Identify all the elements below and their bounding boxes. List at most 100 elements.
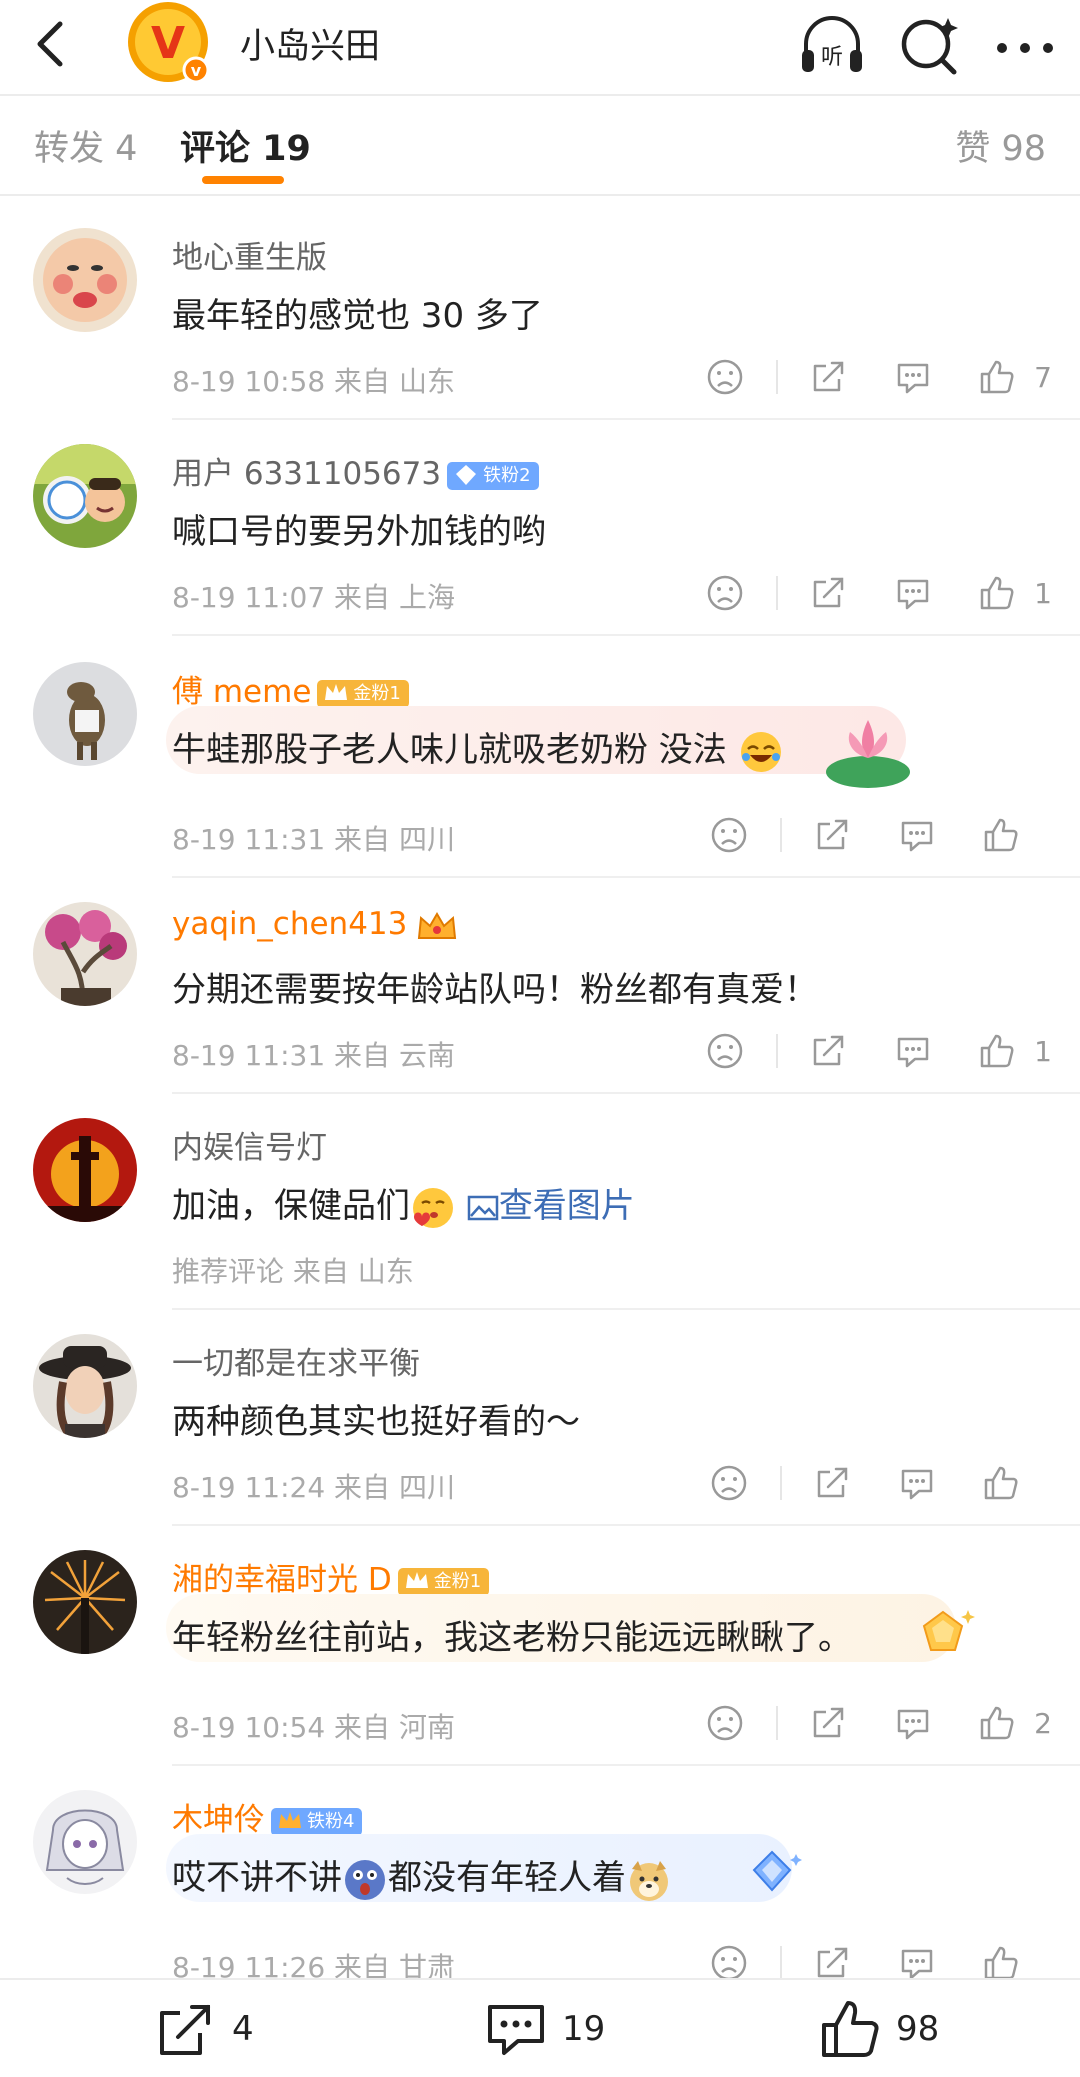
- comment-text: 牛蛙那股子老人味儿就吸老奶粉 没法: [172, 722, 784, 775]
- svg-text:v: v: [191, 61, 202, 80]
- share-button[interactable]: [804, 352, 854, 402]
- bottom-like-button[interactable]: 98: [818, 1994, 939, 2064]
- comment-text: 喊口号的要另外加钱的哟: [172, 512, 546, 552]
- comment-text: 最年轻的感觉也 30 多了: [172, 296, 543, 336]
- reply-button[interactable]: [888, 1698, 938, 1748]
- dislike-button[interactable]: [704, 810, 754, 860]
- share-icon: [813, 1707, 844, 1738]
- tab-repost[interactable]: 转发 4: [34, 120, 137, 171]
- share-button[interactable]: [804, 568, 854, 618]
- bottom-comment-button[interactable]: 19: [484, 1994, 605, 2064]
- share-button[interactable]: [804, 1698, 854, 1748]
- like-button[interactable]: [972, 352, 1022, 402]
- fan-badge: 铁粉2: [447, 461, 539, 490]
- bottom-action-bar: 4 19 98: [0, 1978, 1080, 2077]
- active-tab-indicator: [202, 176, 284, 184]
- avatar[interactable]: [33, 1790, 137, 1894]
- avatar-anime-sketch: [33, 1790, 137, 1894]
- separator: [776, 576, 779, 610]
- fan-badge: 铁粉4: [271, 1807, 363, 1836]
- crown-icon: [325, 683, 348, 700]
- share-button[interactable]: [808, 1458, 858, 1508]
- reply-button[interactable]: [888, 352, 938, 402]
- dislike-button[interactable]: [700, 568, 750, 618]
- comment-bubble-icon: [897, 1709, 929, 1740]
- crown-badge-icon: [418, 911, 457, 939]
- comment-author[interactable]: yaqin_chen413: [172, 906, 459, 944]
- thumbs-up-icon: [980, 576, 1014, 610]
- like-button[interactable]: [976, 810, 1026, 860]
- fan-badge: 金粉1: [397, 1567, 490, 1596]
- dislike-button[interactable]: [700, 1026, 750, 1076]
- shocked-emoji-icon: [345, 1859, 385, 1900]
- separator: [776, 360, 779, 394]
- avatar[interactable]: [33, 1550, 137, 1654]
- avatar[interactable]: [33, 228, 137, 332]
- back-button[interactable]: [24, 14, 84, 74]
- comment-author[interactable]: 一切都是在求平衡: [172, 1338, 420, 1383]
- chevron-left-icon: [37, 21, 63, 67]
- comment-count: 19: [562, 2009, 606, 2049]
- kiss-emoji-icon: [413, 1187, 453, 1228]
- blue-diamond-decoration-icon: [752, 1850, 802, 1892]
- avatar[interactable]: [33, 662, 137, 766]
- divider: [172, 634, 1080, 636]
- comment-bubble-icon: [897, 579, 929, 610]
- comment-author[interactable]: 湘的幸福时光 D 金粉1: [172, 1554, 490, 1599]
- share-icon: [817, 1947, 848, 1978]
- listen-label: 听: [821, 45, 843, 70]
- reply-button[interactable]: [892, 1458, 942, 1508]
- frown-face-icon: [707, 1033, 743, 1069]
- divider: [0, 194, 1080, 196]
- comment-meta: 8-19 11:24 来自 四川: [172, 1471, 455, 1504]
- reply-button[interactable]: [888, 568, 938, 618]
- comment-text: 分期还需要按年龄站队吗！粉丝都有真爱！: [172, 970, 818, 1010]
- like-button[interactable]: [976, 1458, 1026, 1508]
- tab-likes[interactable]: 赞 98: [955, 120, 1046, 171]
- thumbs-up-icon: [980, 1034, 1014, 1068]
- listen-button[interactable]: 听: [796, 10, 868, 82]
- dislike-button[interactable]: [700, 1698, 750, 1748]
- account-avatar[interactable]: V v: [124, 0, 216, 84]
- divider: [172, 876, 1080, 878]
- avatar[interactable]: [33, 444, 137, 548]
- view-image-link[interactable]: 查看图片: [467, 1186, 635, 1226]
- dislike-button[interactable]: [700, 352, 750, 402]
- thumbs-up-icon: [984, 818, 1018, 852]
- search-button[interactable]: [894, 10, 966, 82]
- reply-button[interactable]: [892, 810, 942, 860]
- share-button[interactable]: [808, 810, 858, 860]
- share-button[interactable]: [804, 1026, 854, 1076]
- comment-author[interactable]: 用户 6331105673 铁粉2: [172, 448, 539, 493]
- comment-actions: 1: [666, 568, 1052, 618]
- avatar[interactable]: [33, 902, 137, 1006]
- separator: [776, 1706, 779, 1740]
- tab-comment[interactable]: 评论 19: [180, 120, 311, 171]
- like-button[interactable]: [972, 1698, 1022, 1748]
- like-button[interactable]: [972, 568, 1022, 618]
- separator: [780, 1946, 782, 1980]
- dislike-button[interactable]: [704, 1458, 754, 1508]
- divider: [172, 1092, 1080, 1094]
- thumbs-up-icon: [984, 1466, 1018, 1500]
- avatar-red-sun-tower: [33, 1118, 137, 1222]
- comment-actions: [670, 1458, 1052, 1508]
- thumbs-up-icon: [984, 1946, 1018, 1980]
- comment-author[interactable]: 内娱信号灯: [172, 1122, 327, 1167]
- like-button[interactable]: [972, 1026, 1022, 1076]
- bottom-repost-button[interactable]: 4: [154, 1994, 254, 2064]
- reply-button[interactable]: [888, 1026, 938, 1076]
- comment-author[interactable]: 木坤伶 铁粉4: [172, 1794, 363, 1839]
- more-button[interactable]: [990, 10, 1060, 82]
- crown-icon: [279, 1811, 301, 1828]
- share-icon: [813, 361, 844, 392]
- avatar[interactable]: [33, 1118, 137, 1222]
- gold-gem-decoration-icon: [922, 1610, 975, 1651]
- avatar[interactable]: [33, 1334, 137, 1438]
- comment-author[interactable]: 傅 meme 金粉1: [172, 666, 409, 711]
- page-title: 小岛兴田: [240, 27, 381, 67]
- comment-author[interactable]: 地心重生版: [172, 232, 327, 277]
- divider: [172, 1524, 1080, 1526]
- avatar-woman-hat: [33, 1334, 137, 1438]
- share-icon: [817, 819, 848, 850]
